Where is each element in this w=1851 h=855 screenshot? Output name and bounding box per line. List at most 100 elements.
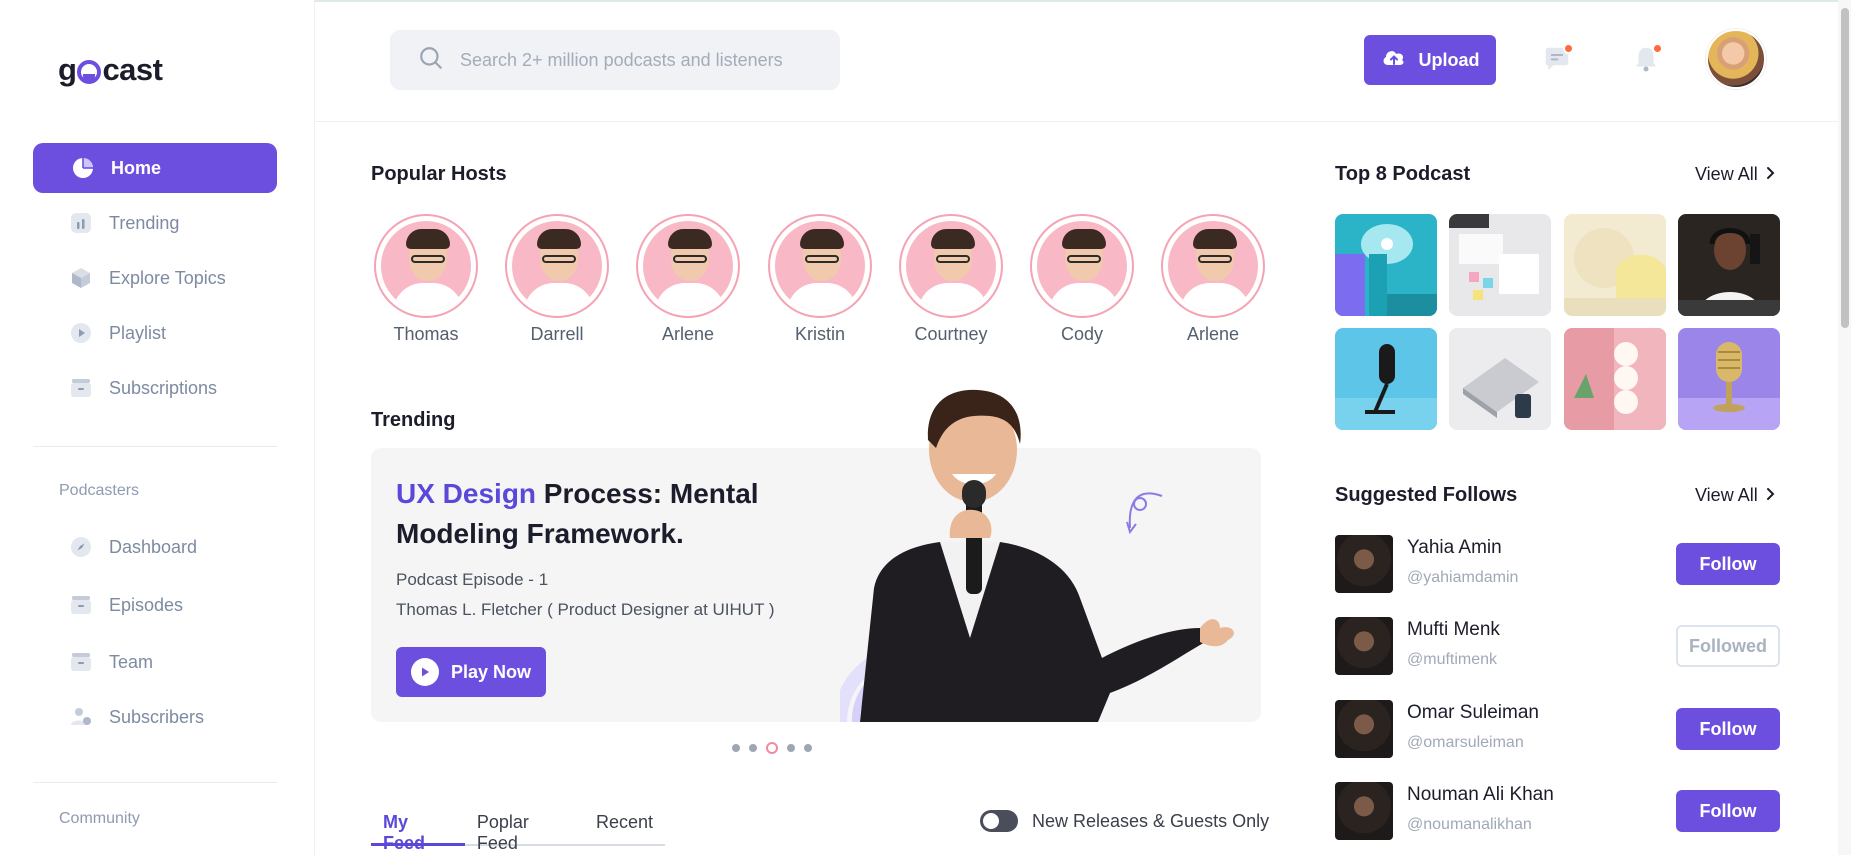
play-now-button[interactable]: Play Now — [396, 647, 546, 697]
host-item[interactable]: Arlene — [1161, 214, 1265, 345]
suggested-follows-title: Suggested Follows — [1335, 484, 1518, 506]
new-releases-toggle-group: New Releases & Guests Only — [980, 810, 1269, 832]
podcast-thumbnail[interactable] — [1564, 214, 1666, 316]
host-name: Cody — [1060, 324, 1104, 344]
host-name: Arlene — [661, 324, 715, 344]
suggested-follows-view-all[interactable]: View All — [1695, 485, 1776, 506]
episode-title-accent: UX Design — [396, 478, 537, 509]
podcast-thumbnail[interactable] — [1449, 214, 1551, 316]
follow-button[interactable]: Follow — [1676, 790, 1780, 832]
episode-author: Thomas L. Fletcher ( Product Designer at… — [396, 600, 775, 619]
follower-name[interactable]: Nouman Ali Khan — [1407, 784, 1554, 806]
chevron-right-icon — [1766, 485, 1776, 506]
host-avatar — [1030, 214, 1134, 318]
sidebar-item-dashboard[interactable]: Dashboard — [33, 522, 277, 572]
play-circle-icon — [69, 321, 93, 345]
sidebar-item-label: Subscribers — [109, 706, 205, 727]
sidebar-item-subscriptions[interactable]: Subscriptions — [33, 363, 277, 413]
sidebar-item-label: Dashboard — [109, 536, 198, 557]
logo-mic-icon — [77, 60, 102, 84]
gocast-logo[interactable]: g cast — [58, 52, 163, 88]
host-item[interactable]: Darrell — [505, 214, 609, 345]
host-name: Arlene — [1186, 324, 1240, 344]
cube-icon — [69, 266, 93, 290]
notification-badge — [1652, 43, 1663, 54]
carousel-dot[interactable] — [787, 744, 795, 752]
follow-button[interactable]: Follow — [1676, 543, 1780, 585]
sidebar-item-label: Home — [111, 157, 162, 178]
host-name: Kristin — [794, 324, 845, 344]
sidebar-item-trending[interactable]: Trending — [33, 198, 277, 248]
carousel-dot[interactable] — [804, 744, 812, 752]
page-scrollbar[interactable] — [1838, 0, 1851, 855]
tab-my-feed[interactable]: My Feed — [371, 806, 465, 853]
user-avatar[interactable] — [1706, 29, 1766, 89]
podcast-thumbnail[interactable] — [1678, 328, 1780, 430]
host-item[interactable]: Kristin — [768, 214, 872, 345]
follower-handle: @yahiamdamin — [1407, 569, 1519, 586]
podcast-thumbnail[interactable] — [1449, 328, 1551, 430]
chevron-right-icon — [1766, 164, 1776, 185]
follower-name[interactable]: Yahia Amin — [1407, 537, 1502, 559]
folder-icon — [69, 376, 93, 400]
host-name: Darrell — [530, 324, 584, 344]
notification-badge — [1563, 43, 1574, 54]
feed-tabs: My Feed Poplar Feed Recent — [371, 806, 665, 853]
bell-icon[interactable] — [1631, 43, 1663, 74]
follower-avatar[interactable] — [1335, 700, 1393, 758]
new-releases-toggle-label: New Releases & Guests Only — [1032, 810, 1270, 831]
sidebar-item-episodes[interactable]: Episodes — [33, 580, 277, 630]
podcast-thumbnail[interactable] — [1564, 328, 1666, 430]
section-label-podcasters: Podcasters — [59, 482, 140, 499]
follower-avatar[interactable] — [1335, 617, 1393, 675]
follower-name[interactable]: Omar Suleiman — [1407, 702, 1539, 724]
sidebar-item-label: Team — [109, 651, 154, 672]
sidebar-item-team[interactable]: Team — [33, 637, 277, 687]
tab-popular-feed[interactable]: Poplar Feed — [465, 806, 584, 853]
view-all-label: View All — [1695, 164, 1758, 184]
host-item[interactable]: Arlene — [636, 214, 740, 345]
podcast-thumbnail[interactable] — [1335, 214, 1437, 316]
follower-name[interactable]: Mufti Menk — [1407, 619, 1500, 641]
carousel-dot[interactable] — [749, 744, 757, 752]
pie-chart-icon — [71, 156, 95, 180]
carousel-dot[interactable] — [732, 744, 740, 752]
host-item[interactable]: Courtney — [899, 214, 1003, 345]
carousel-dot-active[interactable] — [766, 742, 778, 754]
podcast-thumbnail[interactable] — [1335, 328, 1437, 430]
followed-button[interactable]: Followed — [1676, 625, 1780, 667]
search-bar[interactable] — [390, 30, 840, 90]
sidebar-divider — [33, 782, 277, 783]
sidebar-item-subscribers[interactable]: Subscribers — [33, 692, 277, 742]
popular-hosts-title: Popular Hosts — [371, 163, 507, 185]
scrollbar-thumb[interactable] — [1841, 8, 1849, 328]
sidebar-item-home[interactable]: Home — [33, 143, 277, 193]
suggested-follow-row: Nouman Ali Khan @noumanalikhan Follow — [1335, 782, 1780, 840]
host-avatar — [899, 214, 1003, 318]
episode-title: UX Design Process: Mental Modeling Frame… — [396, 474, 816, 554]
search-input[interactable] — [460, 49, 820, 71]
sidebar-item-explore-topics[interactable]: Explore Topics — [33, 253, 277, 303]
play-icon — [410, 658, 439, 686]
compass-icon — [69, 535, 93, 559]
sidebar-item-playlist[interactable]: Playlist — [33, 308, 277, 358]
users-icon — [69, 705, 93, 729]
follower-avatar[interactable] — [1335, 535, 1393, 593]
host-name: Thomas — [393, 324, 459, 344]
message-icon[interactable] — [1542, 43, 1574, 74]
follower-avatar[interactable] — [1335, 782, 1393, 840]
host-item[interactable]: Cody — [1030, 214, 1134, 345]
host-item[interactable]: Thomas — [374, 214, 478, 345]
host-name: Courtney — [914, 324, 988, 344]
upload-button[interactable]: Upload — [1364, 35, 1496, 85]
follower-handle: @noumanalikhan — [1407, 816, 1532, 833]
tab-recent[interactable]: Recent — [584, 806, 665, 844]
header-divider — [315, 121, 1851, 122]
sidebar-item-label: Subscriptions — [109, 377, 218, 398]
follow-button[interactable]: Follow — [1676, 708, 1780, 750]
sidebar-divider — [33, 446, 277, 447]
new-releases-toggle[interactable] — [980, 810, 1018, 832]
podcast-thumbnail[interactable] — [1678, 214, 1780, 316]
sidebar-item-label: Playlist — [109, 322, 167, 343]
top-podcasts-view-all[interactable]: View All — [1695, 164, 1776, 185]
